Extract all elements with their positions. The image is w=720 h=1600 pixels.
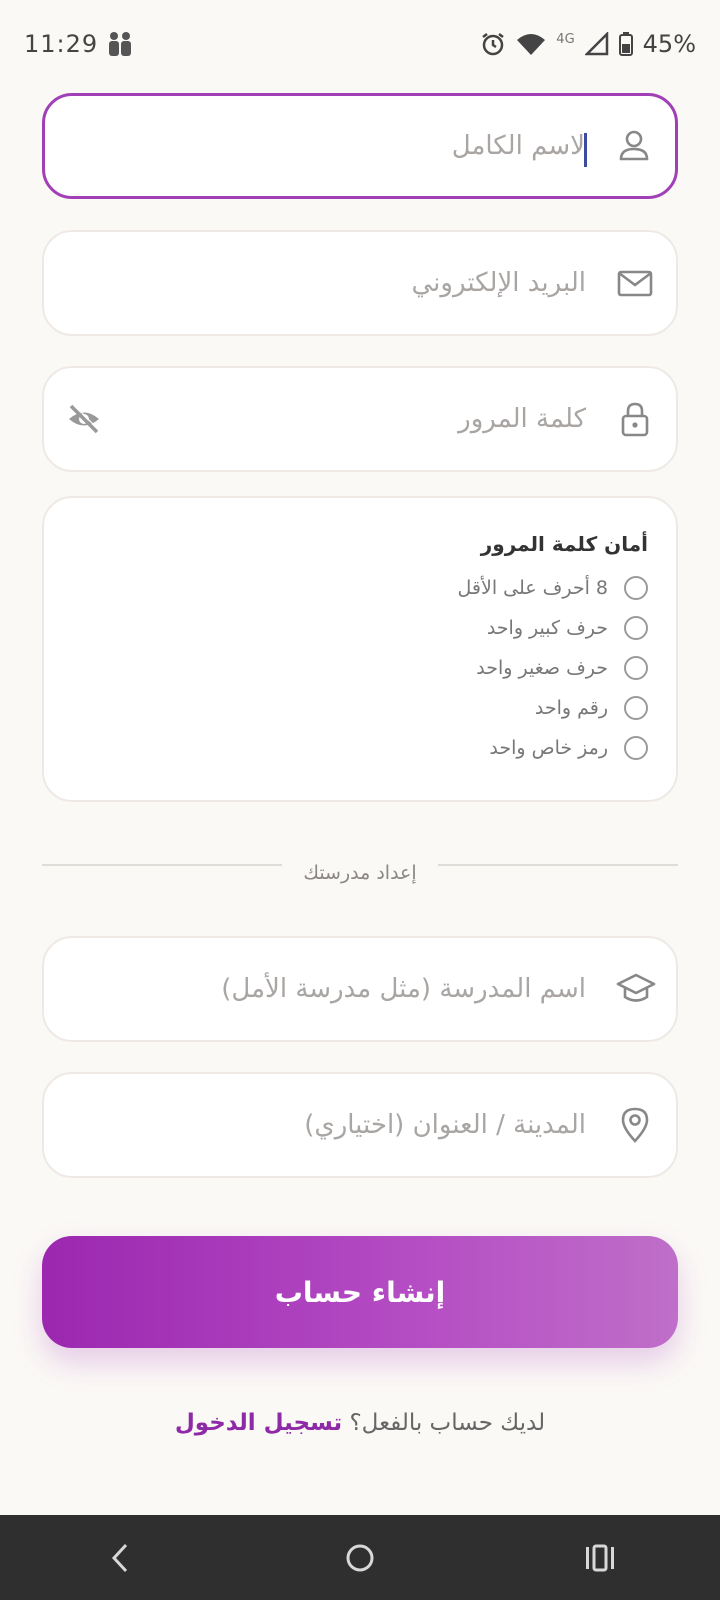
graduation-cap-icon <box>616 970 656 1008</box>
unchecked-circle-icon <box>624 576 648 600</box>
full-name-field[interactable]: لاسم الكامل <box>42 93 678 199</box>
eye-off-icon[interactable] <box>66 401 102 437</box>
requirement-label: رمز خاص واحد <box>489 737 608 759</box>
mail-icon <box>616 264 654 302</box>
requirement-label: حرف كبير واحد <box>486 617 608 639</box>
wifi-icon <box>516 32 546 56</box>
requirement-label: حرف صغير واحد <box>476 657 608 679</box>
password-strength-card: أمان كلمة المرور 8 أحرف على الأقل حرف كب… <box>42 496 678 802</box>
requirement-label: 8 أحرف على الأقل <box>457 577 608 599</box>
city-placeholder: المدينة / العنوان (اختياري) <box>304 1110 586 1140</box>
unchecked-circle-icon <box>624 736 648 760</box>
requirement-item: 8 أحرف على الأقل <box>458 576 648 600</box>
status-bar: 11:29 4G 45% <box>0 0 720 88</box>
back-icon[interactable] <box>90 1528 150 1588</box>
full-name-placeholder: لاسم الكامل <box>451 131 585 161</box>
text-cursor <box>584 133 587 167</box>
login-prompt-text: لديك حساب بالفعل؟ <box>349 1410 546 1436</box>
lock-icon <box>616 400 654 438</box>
city-field[interactable]: المدينة / العنوان (اختياري) <box>42 1072 678 1178</box>
school-name-field[interactable]: اسم المدرسة (مثل مدرسة الأمل) <box>42 936 678 1042</box>
unchecked-circle-icon <box>624 616 648 640</box>
section-divider-label: إعداد مدرستك <box>303 862 417 884</box>
requirement-item: رقم واحد <box>535 696 648 720</box>
school-name-placeholder: اسم المدرسة (مثل مدرسة الأمل) <box>221 974 586 1004</box>
unchecked-circle-icon <box>624 696 648 720</box>
requirement-item: حرف كبير واحد <box>487 616 648 640</box>
email-placeholder: البريد الإلكتروني <box>411 268 586 298</box>
notification-icon <box>108 31 132 57</box>
requirement-item: حرف صغير واحد <box>476 656 648 680</box>
recents-icon[interactable] <box>570 1528 630 1588</box>
status-time: 11:29 <box>24 30 99 58</box>
requirement-item: رمز خاص واحد <box>489 736 648 760</box>
person-icon <box>615 127 653 165</box>
password-strength-title: أمان كلمة المرور <box>480 532 648 556</box>
password-field[interactable]: كلمة المرور <box>42 366 678 472</box>
system-nav-bar <box>0 1515 720 1600</box>
create-account-button[interactable]: إنشاء حساب <box>42 1236 678 1348</box>
home-icon[interactable] <box>330 1528 390 1588</box>
battery-icon <box>618 32 633 56</box>
requirement-label: رقم واحد <box>534 697 608 719</box>
battery-level: 45% <box>642 30 696 58</box>
location-pin-icon <box>616 1106 654 1144</box>
login-link[interactable]: تسجيل الدخول <box>175 1410 342 1436</box>
password-placeholder: كلمة المرور <box>458 404 586 434</box>
email-field[interactable]: البريد الإلكتروني <box>42 230 678 336</box>
login-prompt: لديك حساب بالفعل؟ تسجيل الدخول <box>0 1410 720 1436</box>
unchecked-circle-icon <box>624 656 648 680</box>
network-type: 4G <box>556 31 575 47</box>
alarm-icon <box>480 31 506 57</box>
signal-icon <box>584 32 609 56</box>
